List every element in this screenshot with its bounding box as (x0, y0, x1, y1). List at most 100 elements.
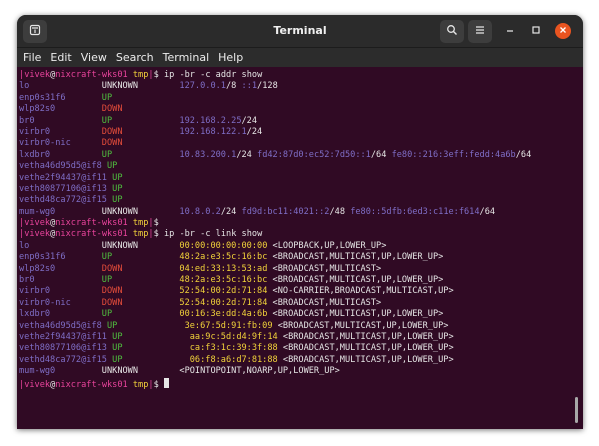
terminal-text: UNKNOWN (101, 240, 180, 251)
terminal-text: vethe2f94437@if11 (19, 331, 113, 342)
terminal-text: br0 (19, 115, 102, 126)
terminal-scrollbar[interactable] (575, 397, 578, 423)
terminal-text: 52:54:00:2d:71:84 (179, 297, 268, 308)
terminal-text: <BROADCAST,MULTICAST,UP,LOWER_UP> (277, 331, 454, 342)
terminal-text: 10.83.200.1 (179, 149, 237, 160)
terminal-text: DOWN (101, 104, 123, 115)
close-icon (558, 25, 568, 38)
menu-file[interactable]: File (23, 48, 41, 67)
title-bar[interactable]: Terminal (17, 15, 583, 48)
terminal-text: lxdbr0 (19, 309, 102, 320)
menu-view[interactable]: View (81, 48, 107, 67)
terminal-text: DOWN (101, 138, 123, 149)
terminal-text: nixcraft-wks01 (55, 229, 128, 240)
menu-help[interactable]: Help (218, 48, 243, 67)
window-title: Terminal (273, 24, 327, 37)
terminal-text: aa:9c:5d:d4:9f:14 (189, 331, 278, 342)
terminal-text: DOWN (101, 286, 180, 297)
minimize-button[interactable] (502, 23, 518, 39)
terminal-text: /24 (236, 149, 258, 160)
terminal-text: DOWN (101, 297, 180, 308)
terminal-text: 04:ed:33:13:53:ad (179, 263, 268, 274)
terminal-text: wlp82s0 (19, 263, 102, 274)
terminal-text: virbr0 (19, 126, 102, 137)
terminal-text: lxdbr0 (19, 149, 102, 160)
terminal-text: vivek (24, 229, 51, 240)
terminal-text: UP (106, 161, 118, 172)
terminal-text: <BROADCAST,MULTICAST> (267, 263, 382, 274)
menu-search[interactable]: Search (116, 48, 154, 67)
terminal-text: /64 (370, 149, 392, 160)
terminal-text: fd42:87d0:ec52:7d50::1 (257, 149, 371, 160)
close-button[interactable] (555, 23, 571, 39)
terminal-text: UNKNOWN (101, 206, 180, 217)
terminal-line: |vivek@nixcraft-wks01 tmp|$ (19, 218, 531, 229)
terminal-area[interactable]: |vivek@nixcraft-wks01 tmp|$ ip -br -c ad… (17, 67, 583, 429)
terminal-text: ::1 (241, 81, 258, 92)
terminal-text: <BROADCAST,MULTICAST,UP,LOWER_UP> (267, 309, 444, 320)
maximize-icon (531, 25, 541, 38)
terminal-text: mum-wg0 (19, 366, 102, 377)
terminal-text: 192.168.122.1 (179, 126, 247, 137)
terminal-text: vethe2f94437@if11 (19, 172, 113, 183)
terminal-line: lo UNKNOWN 00:00:00:00:00:00 <LOOPBACK,U… (19, 241, 531, 252)
terminal-text: UNKNOWN (101, 366, 180, 377)
terminal-text: DOWN (101, 126, 180, 137)
terminal-line: lo UNKNOWN 127.0.0.1/8 ::1/128 (19, 81, 531, 92)
terminal-text: 48:2a:e3:5c:16:bc (179, 252, 268, 263)
terminal-line: |vivek@nixcraft-wks01 tmp|$ (19, 377, 531, 390)
terminal-text: 52:54:00:2d:71:84 (179, 286, 268, 297)
terminal-text: /64 (479, 206, 496, 217)
terminal-text: UNKNOWN (101, 81, 180, 92)
terminal-text: DOWN (101, 263, 180, 274)
terminal-text: UP (112, 183, 123, 194)
terminal-text: UP (112, 195, 123, 206)
terminal-text: lo (19, 240, 102, 251)
terminal-text: virbr0-nic (19, 297, 102, 308)
terminal-text: UP (112, 331, 190, 342)
terminal-text: enp0s31f6 (19, 252, 102, 263)
terminal-line: virbr0 DOWN 52:54:00:2d:71:84 <NO-CARRIE… (19, 286, 531, 297)
terminal-text: veth80877106@if13 (19, 343, 113, 354)
menu-edit[interactable]: Edit (50, 48, 71, 67)
terminal-line: |vivek@nixcraft-wks01 tmp|$ ip -br -c ad… (19, 70, 531, 81)
terminal-line: virbr0 DOWN 192.168.122.1/24 (19, 127, 531, 138)
terminal-text: enp0s31f6 (19, 92, 102, 103)
hamburger-menu-button[interactable] (468, 20, 492, 43)
terminal-text: 192.168.2.25 (179, 115, 242, 126)
terminal-text: <LOOPBACK,UP,LOWER_UP> (267, 240, 387, 251)
menu-terminal[interactable]: Terminal (163, 48, 210, 67)
search-button[interactable] (440, 20, 464, 43)
terminal-text: tmp (132, 218, 149, 229)
terminal-text: 10.8.0.2 (179, 206, 221, 217)
terminal-line: vethe2f94437@if11 UP (19, 173, 531, 184)
terminal-text: <NO-CARRIER,BROADCAST,MULTICAST,UP> (267, 286, 454, 297)
terminal-text: 00:00:00:00:00:00 (179, 240, 268, 251)
terminal-text: mum-wg0 (19, 206, 102, 217)
terminal-line: veth80877106@if13 UP ca:f3:1c:39:3f:88 <… (19, 343, 531, 354)
terminal-text: UP (101, 252, 180, 263)
terminal-line: wlp82s0 DOWN (19, 104, 531, 115)
terminal-text: 00:16:3e:dd:4a:6b (179, 309, 268, 320)
terminal-text: 06:f8:a6:d7:81:88 (189, 354, 278, 365)
terminal-line: mum-wg0 UNKNOWN <POINTOPOINT,NOARP,UP,LO… (19, 366, 531, 377)
terminal-text: <BROADCAST,MULTICAST,UP,LOWER_UP> (267, 252, 444, 263)
terminal-text: <BROADCAST,MULTICAST,UP,LOWER_UP> (277, 343, 454, 354)
terminal-text: UP (101, 275, 180, 286)
terminal-text: UP (101, 149, 180, 160)
terminal-line: vetha46d95d5@if8 UP (19, 161, 531, 172)
terminal-output: |vivek@nixcraft-wks01 tmp|$ ip -br -c ad… (19, 70, 531, 390)
terminal-text: wlp82s0 (19, 104, 102, 115)
terminal-text: UP (106, 320, 185, 331)
terminal-text: <BROADCAST,MULTICAST> (267, 297, 382, 308)
terminal-text: lo (19, 81, 102, 92)
terminal-line: veth80877106@if13 UP (19, 184, 531, 195)
terminal-text: <POINTOPOINT,NOARP,UP,LOWER_UP> (179, 366, 340, 377)
terminal-line: br0 UP 48:2a:e3:5c:16:bc <BROADCAST,MULT… (19, 275, 531, 286)
terminal-text: UP (112, 172, 123, 183)
terminal-text: /8 (225, 81, 242, 92)
terminal-text: veth80877106@if13 (19, 183, 113, 194)
maximize-button[interactable] (528, 23, 544, 39)
terminal-text: fe80::5dfb:6ed3:c11e:f614 (350, 206, 480, 217)
terminal-line: wlp82s0 DOWN 04:ed:33:13:53:ad <BROADCAS… (19, 264, 531, 275)
